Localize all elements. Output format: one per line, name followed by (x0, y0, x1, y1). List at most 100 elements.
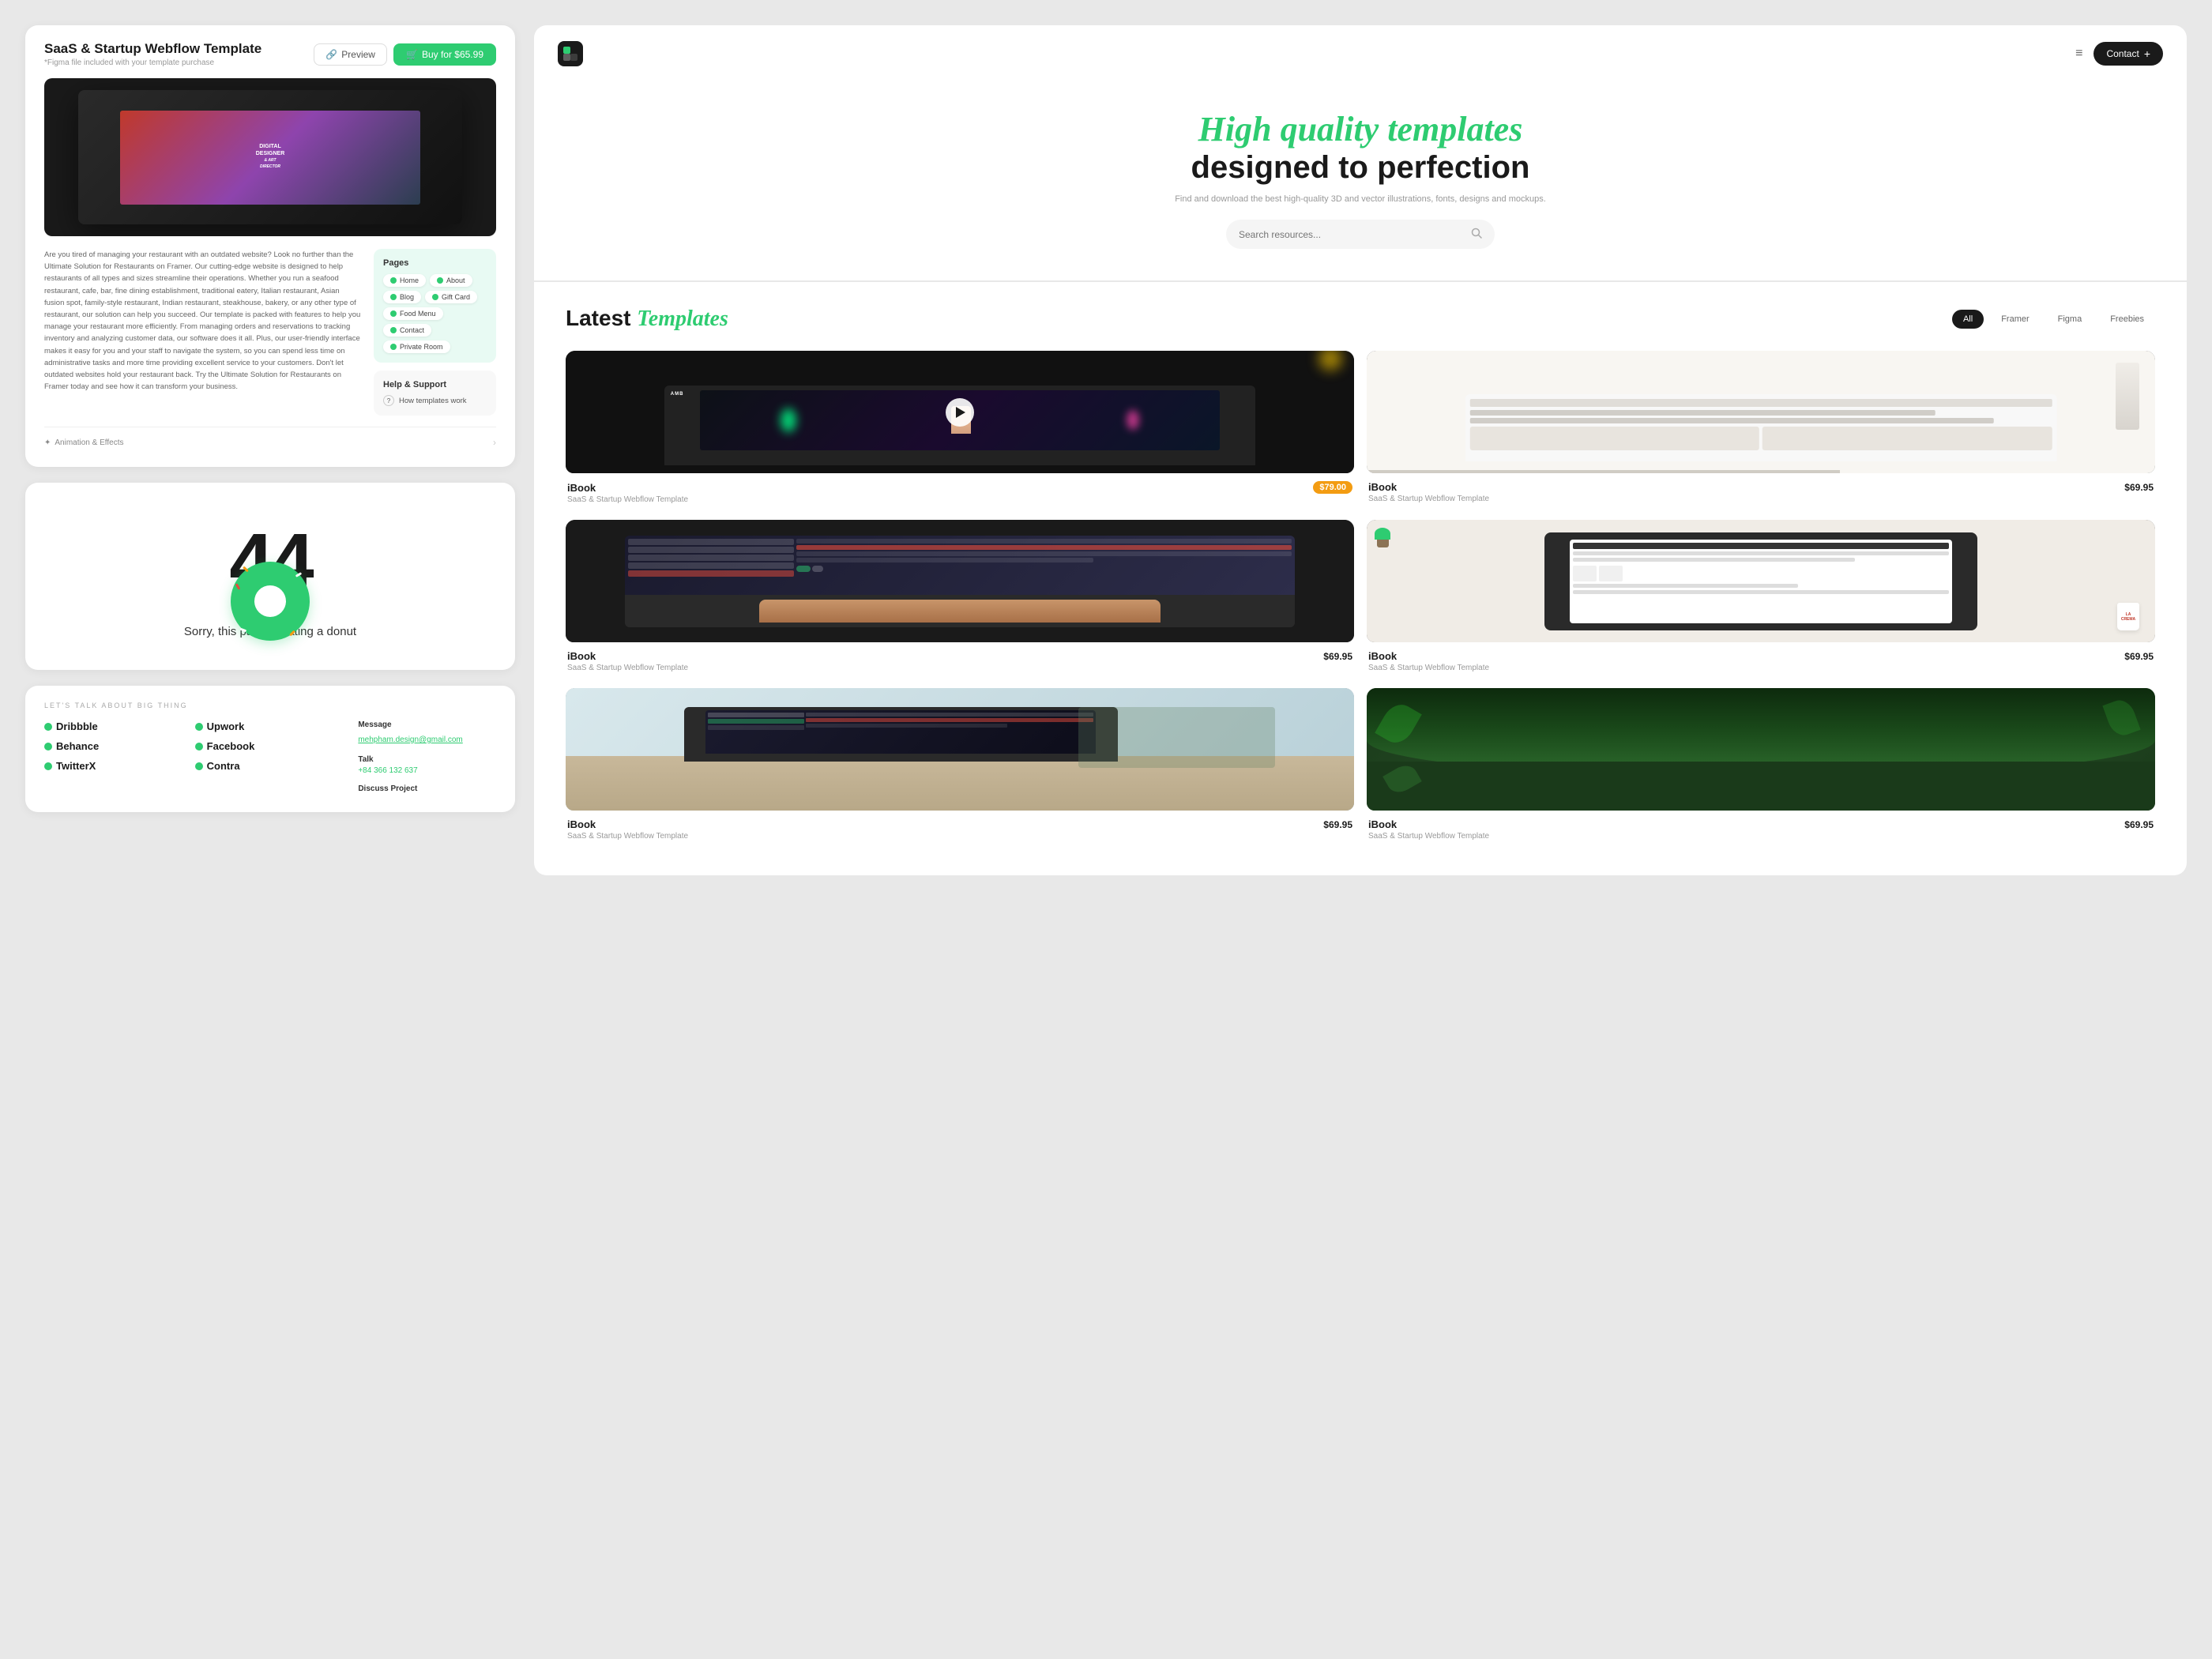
template-item-2[interactable]: iBook $69.95 SaaS & Startup Webflow Temp… (1367, 351, 2155, 507)
tablet-screen (1570, 540, 1951, 623)
k-main (796, 539, 1292, 592)
link-dot (195, 723, 203, 731)
desk-card (1470, 427, 1759, 450)
preview-button[interactable]: 🔗 Preview (314, 43, 387, 66)
hero-subtitle: Find and download the best high-quality … (566, 194, 2155, 204)
amb-text: AMB (671, 392, 684, 397)
help-title: Help & Support (383, 380, 487, 389)
office-main (806, 713, 1093, 752)
desk-row (1470, 418, 1994, 423)
play-button-overlay[interactable] (946, 398, 974, 427)
contact-button[interactable]: Contact + (2094, 42, 2163, 66)
k-main-row (796, 539, 1292, 544)
help-item[interactable]: ? How templates work (383, 395, 487, 406)
page-tag-icon (390, 310, 397, 317)
keyboard-laptop (625, 536, 1295, 627)
t-header (1573, 543, 1948, 549)
template-price-6: $69.95 (2124, 819, 2154, 830)
t-row (1573, 551, 1948, 555)
menu-icon[interactable]: ≡ (2075, 47, 2082, 61)
template-item-3[interactable]: iBook $69.95 SaaS & Startup Webflow Temp… (566, 520, 1354, 675)
hero-section: ≡ Contact + High quality templates desig… (534, 25, 2187, 280)
footer-link-contra[interactable]: Contra (195, 760, 346, 772)
page-tag-icon (390, 277, 397, 284)
hero-content: High quality templates designed to perfe… (566, 111, 2155, 249)
template-info-top: iBook $69.95 (567, 818, 1352, 830)
keyboard-base (625, 595, 1295, 627)
footer-link-twitterx[interactable]: TwitterX (44, 760, 195, 772)
k-chip (812, 566, 823, 572)
footer-grid: Dribbble Behance TwitterX Upwork (44, 720, 496, 793)
template-title: SaaS & Startup Webflow Template (44, 41, 261, 57)
template-card-header: SaaS & Startup Webflow Template *Figma f… (44, 41, 496, 67)
page-tag-icon (390, 344, 397, 350)
k-sidebar-item (628, 547, 794, 553)
contact-email[interactable]: mehpham.design@gmail.com (358, 735, 462, 744)
contact-discuss[interactable]: Discuss Project (358, 784, 496, 793)
template-desc-1: SaaS & Startup Webflow Template (567, 495, 1352, 504)
template-item-4[interactable]: LACREMA iBook $69.95 SaaS & Startup Webf… (1367, 520, 2155, 675)
search-icon (1471, 228, 1482, 241)
plus-icon: + (2144, 47, 2150, 60)
template-info-6: iBook $69.95 SaaS & Startup Webflow Temp… (1367, 811, 2155, 844)
chair-shape (1078, 707, 1276, 769)
filter-freebies[interactable]: Freebies (2099, 310, 2155, 329)
footer-link-upwork[interactable]: Upwork (195, 720, 346, 732)
glow-pink (1127, 410, 1139, 430)
filter-framer[interactable]: Framer (1990, 310, 2040, 329)
person-figure (2116, 363, 2139, 430)
template-desc-3: SaaS & Startup Webflow Template (567, 664, 1352, 672)
k-chip (796, 566, 811, 572)
page-tag-home[interactable]: Home (383, 274, 426, 287)
search-input[interactable] (1239, 229, 1465, 240)
page-tag-about[interactable]: About (430, 274, 472, 287)
template-desc-4: SaaS & Startup Webflow Template (1368, 664, 2154, 672)
footer-link-behance[interactable]: Behance (44, 740, 195, 752)
template-name-1: iBook (567, 482, 596, 494)
arrow-right-icon: › (493, 437, 496, 448)
footer-link-dribbble[interactable]: Dribbble (44, 720, 195, 732)
page-tag-giftcard[interactable]: Gift Card (425, 291, 477, 303)
footer-link-facebook[interactable]: Facebook (195, 740, 346, 752)
contact-talk: Talk +84 366 132 637 (358, 755, 496, 775)
template-item-1[interactable]: AMB iBook $79.00 SaaS & Startup Webflow … (566, 351, 1354, 507)
template-card: SaaS & Startup Webflow Template *Figma f… (25, 25, 515, 467)
page-tag-privateroom[interactable]: Private Room (383, 340, 450, 353)
template-info-top: iBook $69.95 (1368, 650, 2154, 662)
filter-figma[interactable]: Figma (2047, 310, 2094, 329)
k-chips (796, 566, 1292, 572)
animation-label: ✦ Animation & Effects (44, 438, 123, 447)
template-item-5[interactable]: iBook $69.95 SaaS & Startup Webflow Temp… (566, 688, 1354, 844)
template-image-5 (566, 688, 1354, 811)
nav-right: ≡ Contact + (2075, 42, 2163, 66)
t-row (1573, 590, 1948, 594)
template-item-6[interactable]: iBook $69.95 SaaS & Startup Webflow Temp… (1367, 688, 2155, 844)
coffee-cup: LACREMA (2117, 603, 2139, 630)
office-screen (705, 710, 1096, 754)
filter-all[interactable]: All (1952, 310, 1984, 329)
play-triangle (956, 407, 965, 418)
main-row (806, 718, 1093, 722)
page-tag-blog[interactable]: Blog (383, 291, 421, 303)
pages-title: Pages (383, 258, 487, 268)
page-tag-foodmenu[interactable]: Food Menu (383, 307, 443, 320)
tablet-content (1573, 543, 1948, 594)
donut-hole (254, 585, 286, 617)
link-dot (195, 762, 203, 770)
keyboard-scene (566, 520, 1354, 642)
footer-links-col-1: Dribbble Behance TwitterX (44, 720, 195, 793)
main-row (806, 724, 1007, 728)
white-desk-scene (1367, 351, 2155, 473)
desk-card (1762, 427, 2052, 450)
page-tag-contact[interactable]: Contact (383, 324, 431, 337)
office-sidebar (708, 713, 804, 752)
buy-button[interactable]: 🛒 Buy for $65.99 (393, 43, 496, 66)
template-image-3 (566, 520, 1354, 642)
footer-links-col-2: Upwork Facebook Contra (195, 720, 346, 793)
laptop-screen-content: DIGITALDESIGNER& ARTDIRECTOR (120, 111, 419, 205)
foliage-bottom (1367, 762, 2155, 811)
link-dot (195, 743, 203, 750)
sprinkle (235, 583, 241, 589)
templates-title: Latest Templates (566, 306, 728, 332)
side-row (708, 713, 804, 717)
